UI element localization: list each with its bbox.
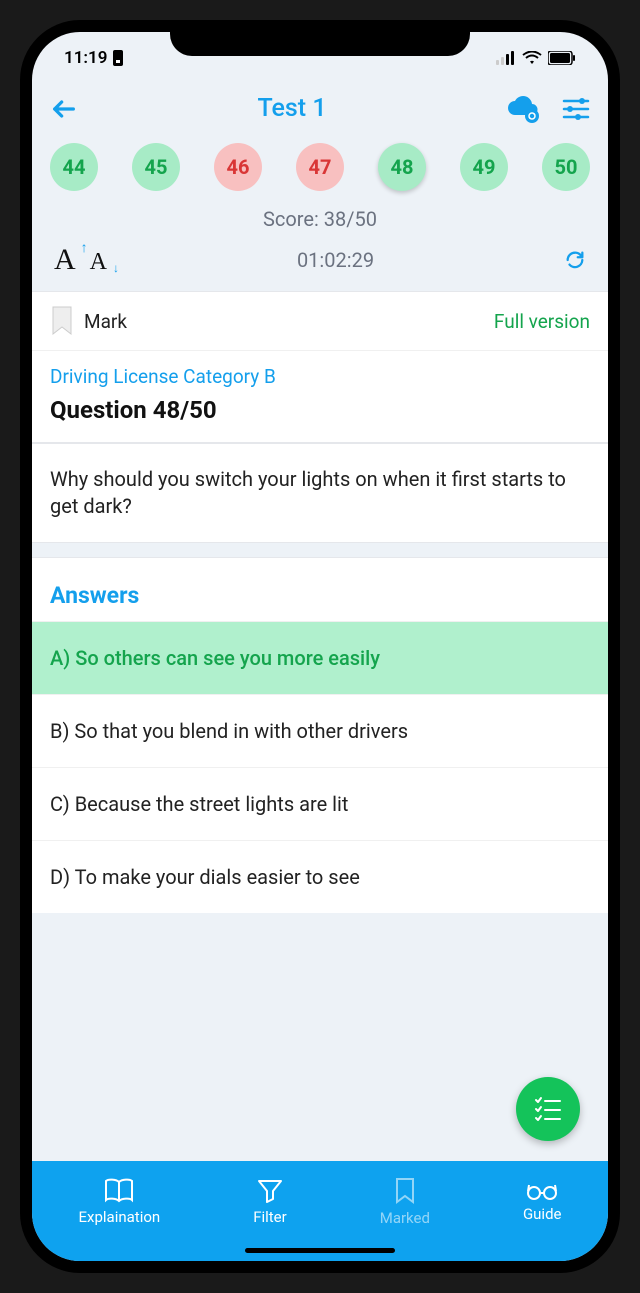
question-nav[interactable]: 44 45 46 47 48 49 50	[32, 133, 608, 201]
settings-sliders-icon[interactable]	[562, 96, 590, 122]
filter-icon	[257, 1178, 283, 1204]
glasses-icon	[525, 1181, 559, 1201]
notch	[170, 20, 470, 56]
back-icon[interactable]	[50, 95, 78, 123]
nav-label: Marked	[380, 1209, 430, 1227]
font-increase-button[interactable]: A	[54, 243, 76, 277]
answer-option-c[interactable]: C) Because the street lights are lit	[32, 767, 608, 840]
font-decrease-button[interactable]: A	[90, 249, 107, 276]
bookmark-icon[interactable]	[50, 306, 74, 336]
question-nav-item-45[interactable]: 45	[132, 143, 180, 191]
signal-icon	[496, 51, 516, 65]
timer-row: A A 01:02:29	[32, 237, 608, 291]
full-version-link[interactable]: Full version	[494, 310, 590, 333]
question-number-title: Question 48/50	[32, 396, 608, 442]
nav-label: Filter	[253, 1208, 287, 1226]
page-title: Test 1	[257, 94, 326, 123]
nav-explaination[interactable]: Explaination	[79, 1178, 161, 1226]
cloud-sync-icon[interactable]	[506, 95, 540, 123]
question-text-card: Why should you switch your lights on whe…	[32, 443, 608, 543]
bottom-nav: Explaination Filter Marked Guide	[32, 1161, 608, 1261]
status-card-icon	[111, 50, 125, 66]
nav-label: Explaination	[79, 1208, 161, 1226]
book-icon	[104, 1178, 134, 1204]
nav-label: Guide	[523, 1205, 562, 1223]
question-nav-item-44[interactable]: 44	[50, 143, 98, 191]
score-text: Score: 38/50	[32, 201, 608, 237]
question-category: Driving License Category B	[32, 351, 608, 396]
question-card: Mark Full version Driving License Catego…	[32, 291, 608, 443]
nav-marked[interactable]: Marked	[380, 1177, 430, 1227]
question-nav-item-46[interactable]: 46	[214, 143, 262, 191]
timer-text: 01:02:29	[107, 248, 564, 272]
home-indicator[interactable]	[245, 1248, 395, 1253]
mark-label: Mark	[84, 310, 127, 333]
answer-option-d[interactable]: D) To make your dials easier to see	[32, 840, 608, 913]
checklist-icon	[533, 1095, 563, 1123]
question-nav-item-50[interactable]: 50	[542, 143, 590, 191]
question-text: Why should you switch your lights on whe…	[32, 444, 608, 542]
answer-option-a[interactable]: A) So others can see you more easily	[32, 621, 608, 694]
refresh-icon[interactable]	[564, 249, 586, 271]
battery-icon	[548, 51, 576, 65]
device-frame: 11:19 Test 1 44 45 46 47 48 49 50 Score: 38/50…	[20, 20, 620, 1273]
checklist-fab[interactable]	[516, 1077, 580, 1141]
screen: 11:19 Test 1 44 45 46 47 48 49 50 Score: 38/50…	[32, 32, 608, 1261]
question-nav-item-47[interactable]: 47	[296, 143, 344, 191]
bookmark-nav-icon	[394, 1177, 416, 1205]
question-nav-item-49[interactable]: 49	[460, 143, 508, 191]
nav-guide[interactable]: Guide	[523, 1181, 562, 1223]
answers-list: A) So others can see you more easilyB) S…	[32, 621, 608, 913]
answers-header: Answers	[32, 557, 608, 621]
question-nav-item-48[interactable]: 48	[378, 143, 426, 191]
status-time: 11:19	[64, 48, 107, 68]
wifi-icon	[522, 51, 542, 65]
answer-option-b[interactable]: B) So that you blend in with other drive…	[32, 694, 608, 767]
app-header: Test 1	[32, 84, 608, 133]
nav-filter[interactable]: Filter	[253, 1178, 287, 1226]
